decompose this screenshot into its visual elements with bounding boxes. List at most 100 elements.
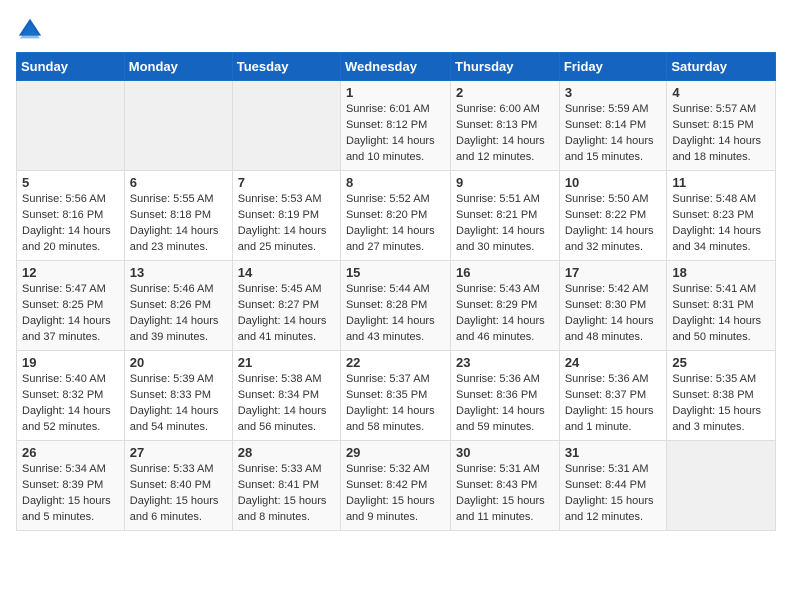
day-number: 29 [346,445,445,460]
calendar-cell: 14Sunrise: 5:45 AM Sunset: 8:27 PM Dayli… [232,261,340,351]
calendar-cell: 15 Sunrise: 5:44 AM Sunset: 8:28 PM Dayli… [340,261,450,351]
day-number: 1 [346,85,445,100]
cell-content: Sunrise: 5:56 AM Sunset: 8:16 PM Dayligh… [22,192,119,256]
cell-content: Sunrise: 5:53 AM Sunset: 8:19 PM Dayligh… [238,192,335,256]
cell-content: Sunrise: 5:44 AM Sunset: 8:28 PM Dayligh… [346,282,445,346]
calendar-cell: 3 Sunrise: 5:59 AM Sunset: 8:14 PM Daylig… [559,81,667,171]
day-header-sunday: Sunday [17,53,125,81]
calendar-cell: 21Sunrise: 5:38 AM Sunset: 8:34 PM Dayli… [232,351,340,441]
cell-content: Sunrise: 5:32 AM Sunset: 8:42 PM Dayligh… [346,462,445,526]
calendar-cell: 7 Sunrise: 5:53 AM Sunset: 8:19 PM Daylig… [232,171,340,261]
cell-content: Sunrise: 5:35 AM Sunset: 8:38 PM Dayligh… [672,372,770,436]
calendar-week-row: 26 Sunrise: 5:34 AM Sunset: 8:39 PM Dayli… [17,441,776,531]
day-number: 26 [22,445,119,460]
calendar-cell: 11 Sunrise: 5:48 AM Sunset: 8:23 PM Dayli… [667,171,776,261]
cell-content: Sunrise: 5:41 AM Sunset: 8:31 PM Dayligh… [672,282,770,346]
day-number: 8 [346,175,445,190]
day-number: 12 [22,265,119,280]
logo-icon [16,16,44,44]
calendar-cell: 26 Sunrise: 5:34 AM Sunset: 8:39 PM Dayli… [17,441,125,531]
cell-content: Sunrise: 5:50 AM Sunset: 8:22 PM Dayligh… [565,192,662,256]
day-number: 3 [565,85,662,100]
calendar-week-row: 12 Sunrise: 5:47 AM Sunset: 8:25 PM Dayli… [17,261,776,351]
day-number: 19 [22,355,119,370]
day-number: 24 [565,355,662,370]
calendar-header-row: SundayMondayTuesdayWednesdayThursdayFrid… [17,53,776,81]
calendar-week-row: 5 Sunrise: 5:56 AM Sunset: 8:16 PM Daylig… [17,171,776,261]
day-header-tuesday: Tuesday [232,53,340,81]
day-number: 17 [565,265,662,280]
calendar-cell: 20 Sunrise: 5:39 AM Sunset: 8:33 PM Dayli… [124,351,232,441]
day-number: 25 [672,355,770,370]
cell-content: Sunrise: 5:48 AM Sunset: 8:23 PM Dayligh… [672,192,770,256]
calendar-cell: 9Sunrise: 5:51 AM Sunset: 8:21 PM Daylig… [451,171,560,261]
calendar-cell: 23 Sunrise: 5:36 AM Sunset: 8:36 PM Dayli… [451,351,560,441]
day-number: 9 [456,175,554,190]
day-number: 18 [672,265,770,280]
calendar-cell [232,81,340,171]
day-number: 13 [130,265,227,280]
day-number: 28 [238,445,335,460]
calendar-week-row: 1 Sunrise: 6:01 AM Sunset: 8:12 PM Daylig… [17,81,776,171]
calendar-cell [124,81,232,171]
calendar-cell: 18 Sunrise: 5:41 AM Sunset: 8:31 PM Dayli… [667,261,776,351]
day-number: 30 [456,445,554,460]
calendar-cell: 10 Sunrise: 5:50 AM Sunset: 8:22 PM Dayli… [559,171,667,261]
day-number: 2 [456,85,554,100]
day-number: 21 [238,355,335,370]
calendar-cell: 13 Sunrise: 5:46 AM Sunset: 8:26 PM Dayli… [124,261,232,351]
day-number: 22 [346,355,445,370]
day-header-monday: Monday [124,53,232,81]
calendar-cell: 31Sunrise: 5:31 AM Sunset: 8:44 PM Dayli… [559,441,667,531]
calendar-cell: 28 Sunrise: 5:33 AM Sunset: 8:41 PM Dayli… [232,441,340,531]
day-number: 14 [238,265,335,280]
cell-content: Sunrise: 5:57 AM Sunset: 8:15 PM Dayligh… [672,102,770,166]
cell-content: Sunrise: 5:31 AM Sunset: 8:44 PM Dayligh… [565,462,662,526]
day-header-saturday: Saturday [667,53,776,81]
cell-content: Sunrise: 5:33 AM Sunset: 8:40 PM Dayligh… [130,462,227,526]
day-number: 23 [456,355,554,370]
day-number: 7 [238,175,335,190]
day-header-thursday: Thursday [451,53,560,81]
calendar-cell: 2Sunrise: 6:00 AM Sunset: 8:13 PM Daylig… [451,81,560,171]
calendar-cell: 25 Sunrise: 5:35 AM Sunset: 8:38 PM Dayli… [667,351,776,441]
calendar-cell [17,81,125,171]
cell-content: Sunrise: 6:01 AM Sunset: 8:12 PM Dayligh… [346,102,445,166]
cell-content: Sunrise: 5:37 AM Sunset: 8:35 PM Dayligh… [346,372,445,436]
calendar-cell: 1 Sunrise: 6:01 AM Sunset: 8:12 PM Daylig… [340,81,450,171]
day-number: 20 [130,355,227,370]
cell-content: Sunrise: 5:52 AM Sunset: 8:20 PM Dayligh… [346,192,445,256]
day-number: 4 [672,85,770,100]
day-number: 16 [456,265,554,280]
day-number: 10 [565,175,662,190]
calendar-table: SundayMondayTuesdayWednesdayThursdayFrid… [16,52,776,531]
cell-content: Sunrise: 5:34 AM Sunset: 8:39 PM Dayligh… [22,462,119,526]
calendar-cell: 24Sunrise: 5:36 AM Sunset: 8:37 PM Dayli… [559,351,667,441]
day-header-friday: Friday [559,53,667,81]
day-number: 5 [22,175,119,190]
calendar-cell: 30Sunrise: 5:31 AM Sunset: 8:43 PM Dayli… [451,441,560,531]
logo [16,16,48,44]
cell-content: Sunrise: 5:59 AM Sunset: 8:14 PM Dayligh… [565,102,662,166]
day-number: 11 [672,175,770,190]
calendar-cell: 17Sunrise: 5:42 AM Sunset: 8:30 PM Dayli… [559,261,667,351]
cell-content: Sunrise: 5:36 AM Sunset: 8:36 PM Dayligh… [456,372,554,436]
cell-content: Sunrise: 5:40 AM Sunset: 8:32 PM Dayligh… [22,372,119,436]
day-header-wednesday: Wednesday [340,53,450,81]
calendar-cell: 19 Sunrise: 5:40 AM Sunset: 8:32 PM Dayli… [17,351,125,441]
day-number: 27 [130,445,227,460]
calendar-cell [667,441,776,531]
calendar-week-row: 19 Sunrise: 5:40 AM Sunset: 8:32 PM Dayli… [17,351,776,441]
calendar-cell: 27 Sunrise: 5:33 AM Sunset: 8:40 PM Dayli… [124,441,232,531]
day-number: 15 [346,265,445,280]
calendar-cell: 5 Sunrise: 5:56 AM Sunset: 8:16 PM Daylig… [17,171,125,261]
day-number: 6 [130,175,227,190]
calendar-cell: 4 Sunrise: 5:57 AM Sunset: 8:15 PM Daylig… [667,81,776,171]
cell-content: Sunrise: 5:33 AM Sunset: 8:41 PM Dayligh… [238,462,335,526]
calendar-cell: 6Sunrise: 5:55 AM Sunset: 8:18 PM Daylig… [124,171,232,261]
cell-content: Sunrise: 5:43 AM Sunset: 8:29 PM Dayligh… [456,282,554,346]
cell-content: Sunrise: 5:39 AM Sunset: 8:33 PM Dayligh… [130,372,227,436]
cell-content: Sunrise: 5:46 AM Sunset: 8:26 PM Dayligh… [130,282,227,346]
cell-content: Sunrise: 5:47 AM Sunset: 8:25 PM Dayligh… [22,282,119,346]
calendar-cell: 8 Sunrise: 5:52 AM Sunset: 8:20 PM Daylig… [340,171,450,261]
